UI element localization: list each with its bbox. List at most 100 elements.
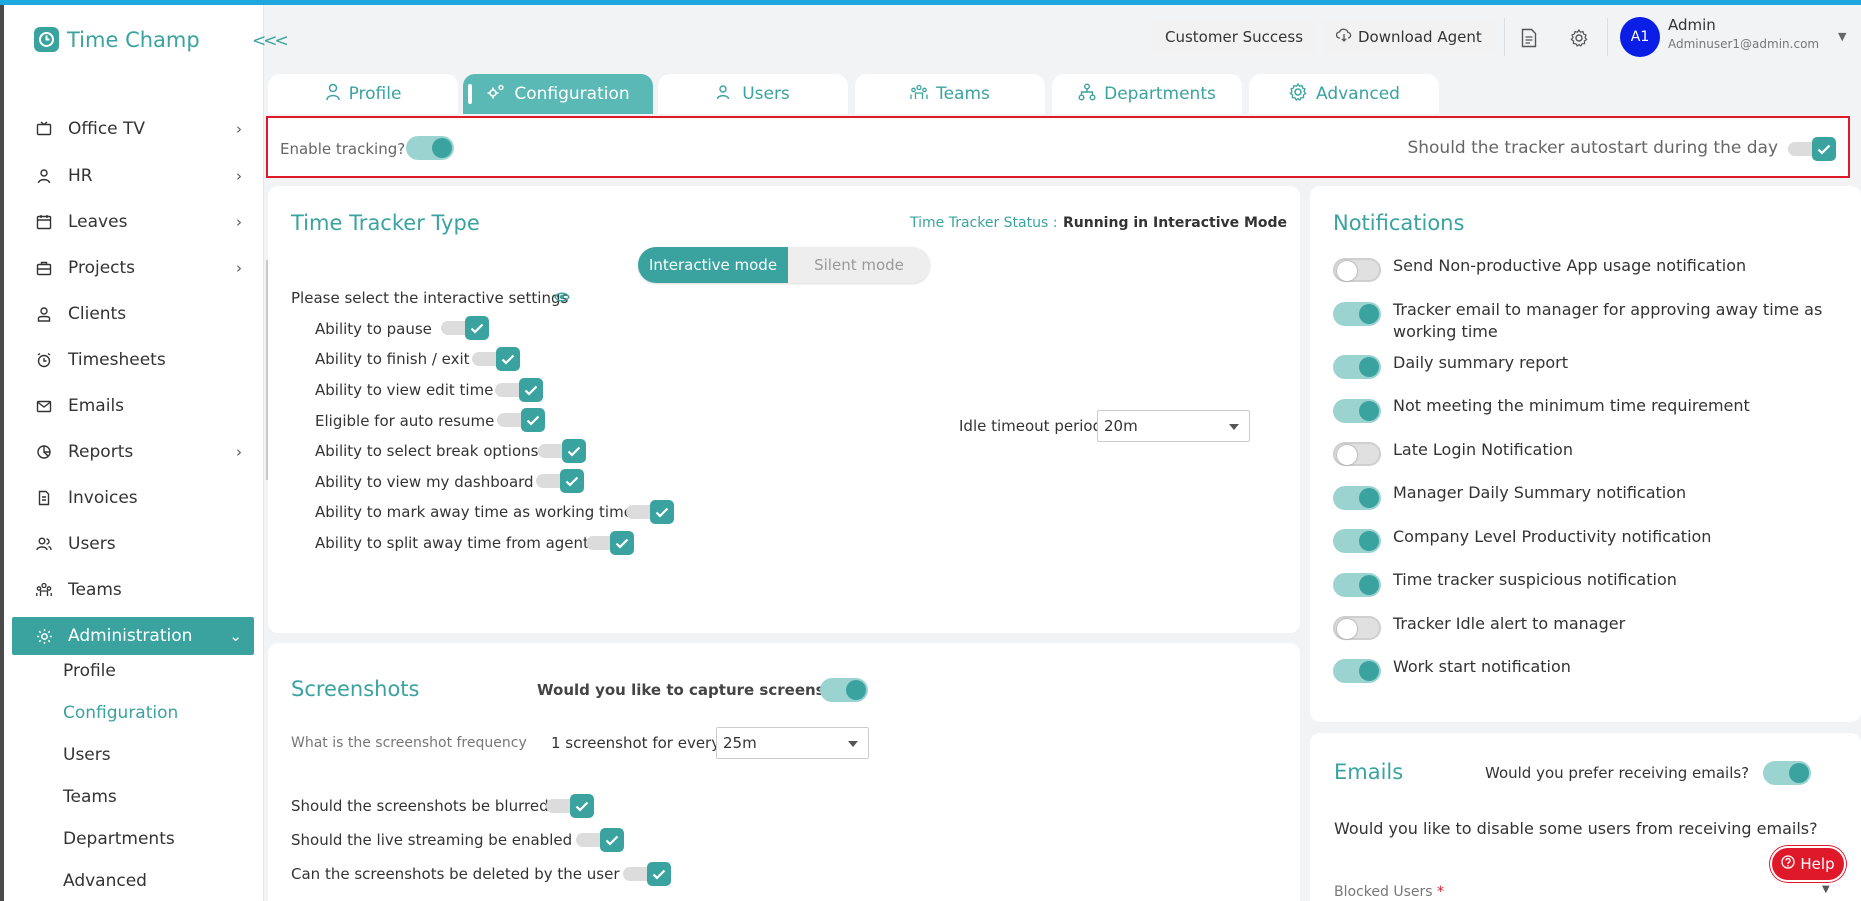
delete-screenshots-checkbox[interactable] <box>623 862 671 886</box>
interactive-mode-button[interactable]: Interactive mode <box>638 247 788 283</box>
app-logo[interactable]: Time Champ <box>34 27 200 52</box>
sidebar-item-emails[interactable]: Emails <box>34 387 254 425</box>
checkmark-icon <box>1812 137 1836 161</box>
notification-toggle[interactable] <box>1333 399 1381 423</box>
sidebar-item-hr[interactable]: HR › <box>34 157 254 195</box>
notification-toggle[interactable] <box>1333 616 1381 640</box>
silent-mode-button[interactable]: Silent mode <box>788 247 930 283</box>
sidebar-subitem-advanced[interactable]: Advanced <box>63 871 147 891</box>
customer-success-button[interactable]: Customer Success <box>1152 20 1317 54</box>
sidebar-item-reports[interactable]: Reports › <box>34 433 254 471</box>
autostart-label: Should the tracker autostart during the … <box>1407 138 1778 158</box>
setting-break-options-checkbox[interactable] <box>538 439 586 463</box>
help-button[interactable]: Help <box>1770 846 1846 882</box>
sidebar-item-label: Timesheets <box>68 350 166 370</box>
download-agent-label: Download Agent <box>1358 28 1482 46</box>
setting-label: Ability to view edit time <box>315 381 494 399</box>
setting-away-as-working-checkbox[interactable] <box>626 500 674 524</box>
sidebar-item-administration[interactable]: Administration ⌄ <box>12 617 254 655</box>
download-agent-button[interactable]: Download Agent <box>1323 20 1495 54</box>
clock-logo-icon <box>34 27 59 52</box>
sidebar-subitem-users[interactable]: Users <box>63 745 111 765</box>
idle-timeout-select[interactable]: 20m <box>1097 410 1250 442</box>
screenshot-option-label: Should the screenshots be blurred ? <box>291 797 562 815</box>
sidebar-subitem-departments[interactable]: Departments <box>63 829 175 849</box>
capture-screenshots-toggle[interactable] <box>820 678 868 702</box>
notification-toggle[interactable] <box>1333 659 1381 683</box>
checkmark-icon <box>610 531 634 555</box>
sidebar-item-projects[interactable]: Projects › <box>34 249 254 287</box>
screenshot-every-label: 1 screenshot for every <box>551 734 721 752</box>
notification-toggle[interactable] <box>1333 486 1381 510</box>
users-icon <box>716 84 734 105</box>
tab-profile[interactable]: Profile <box>268 74 458 114</box>
sidebar-item-label: Reports <box>68 442 134 462</box>
user-menu-caret-icon[interactable]: ▼ <box>1838 30 1846 43</box>
mail-icon <box>34 398 54 414</box>
tab-label: Teams <box>936 84 990 104</box>
app-name: Time Champ <box>67 27 200 52</box>
enable-tracking-toggle[interactable] <box>406 136 454 160</box>
sidebar-item-teams[interactable]: Teams <box>34 571 254 609</box>
client-icon <box>34 306 54 322</box>
notification-toggle[interactable] <box>1333 258 1381 282</box>
sidebar-item-invoices[interactable]: Invoices <box>34 479 254 517</box>
person-icon <box>34 168 54 184</box>
setting-split-away-time-checkbox[interactable] <box>586 531 634 555</box>
autostart-checkbox[interactable] <box>1788 137 1836 161</box>
tab-advanced[interactable]: Advanced <box>1249 74 1439 114</box>
live-streaming-checkbox[interactable] <box>576 828 624 852</box>
sidebar-subitem-teams[interactable]: Teams <box>63 787 117 807</box>
sidebar-item-timesheets[interactable]: Timesheets <box>34 341 254 379</box>
notification-label: Company Level Productivity notification <box>1393 527 1712 546</box>
gear-icon <box>34 628 54 645</box>
notification-toggle[interactable] <box>1333 573 1381 597</box>
settings-gear-icon[interactable] <box>1567 27 1591 49</box>
setting-label: Ability to split away time from agent <box>315 534 589 552</box>
chevron-right-icon: › <box>236 120 242 138</box>
screenshot-frequency-select[interactable]: 25m <box>716 727 869 759</box>
notification-toggle[interactable] <box>1333 529 1381 553</box>
notification-toggle[interactable] <box>1333 442 1381 466</box>
avatar[interactable]: A1 <box>1620 17 1660 57</box>
users-icon <box>34 536 54 552</box>
sidebar-item-label: Emails <box>68 396 125 416</box>
blocked-users-dropdown-icon[interactable]: ▼ <box>1822 884 1830 895</box>
setting-finish-exit-checkbox[interactable] <box>472 347 520 371</box>
prefer-emails-label: Would you prefer receiving emails? <box>1485 764 1750 782</box>
sidebar-subitem-profile[interactable]: Profile <box>63 661 116 681</box>
tab-teams[interactable]: Teams <box>855 74 1045 114</box>
sidebar-item-leaves[interactable]: Leaves › <box>34 203 254 241</box>
sidebar-item-users[interactable]: Users <box>34 525 254 563</box>
calendar-icon <box>34 214 54 230</box>
advanced-gear-icon <box>1288 82 1308 107</box>
prefer-emails-toggle[interactable] <box>1763 761 1811 785</box>
eye-icon[interactable] <box>554 289 570 309</box>
briefcase-icon <box>34 260 54 276</box>
tab-configuration[interactable]: Configuration <box>463 74 653 114</box>
blur-screenshots-checkbox[interactable] <box>546 794 594 818</box>
required-mark: * <box>1436 884 1444 900</box>
notifications-title: Notifications <box>1333 211 1465 235</box>
document-icon[interactable] <box>1517 27 1541 49</box>
sidebar-item-label: Leaves <box>68 212 128 232</box>
blocked-users-text: Blocked Users <box>1334 884 1433 900</box>
notification-label: Daily summary report <box>1393 353 1569 372</box>
collapse-sidebar-icon[interactable]: <<< <box>252 31 289 51</box>
notification-toggle[interactable] <box>1333 302 1381 326</box>
setting-view-edit-time-checkbox[interactable] <box>495 378 543 402</box>
notification-toggle[interactable] <box>1333 355 1381 379</box>
tab-departments[interactable]: Departments <box>1052 74 1242 114</box>
setting-pause-checkbox[interactable] <box>441 316 489 340</box>
tab-users[interactable]: Users <box>658 74 848 114</box>
sidebar-item-office-tv[interactable]: Office TV › <box>34 110 254 148</box>
sidebar-item-clients[interactable]: Clients <box>34 295 254 333</box>
sidebar-subitem-configuration[interactable]: Configuration <box>63 703 178 723</box>
capture-screenshots-label: Would you like to capture screenshots <box>537 681 862 699</box>
setting-view-dashboard-checkbox[interactable] <box>536 469 584 493</box>
tab-label: Departments <box>1104 84 1216 104</box>
setting-auto-resume-checkbox[interactable] <box>497 408 545 432</box>
tracker-status-label: Time Tracker Status : <box>910 215 1058 231</box>
sidebar-item-label: HR <box>68 166 93 186</box>
checkmark-icon <box>600 828 624 852</box>
